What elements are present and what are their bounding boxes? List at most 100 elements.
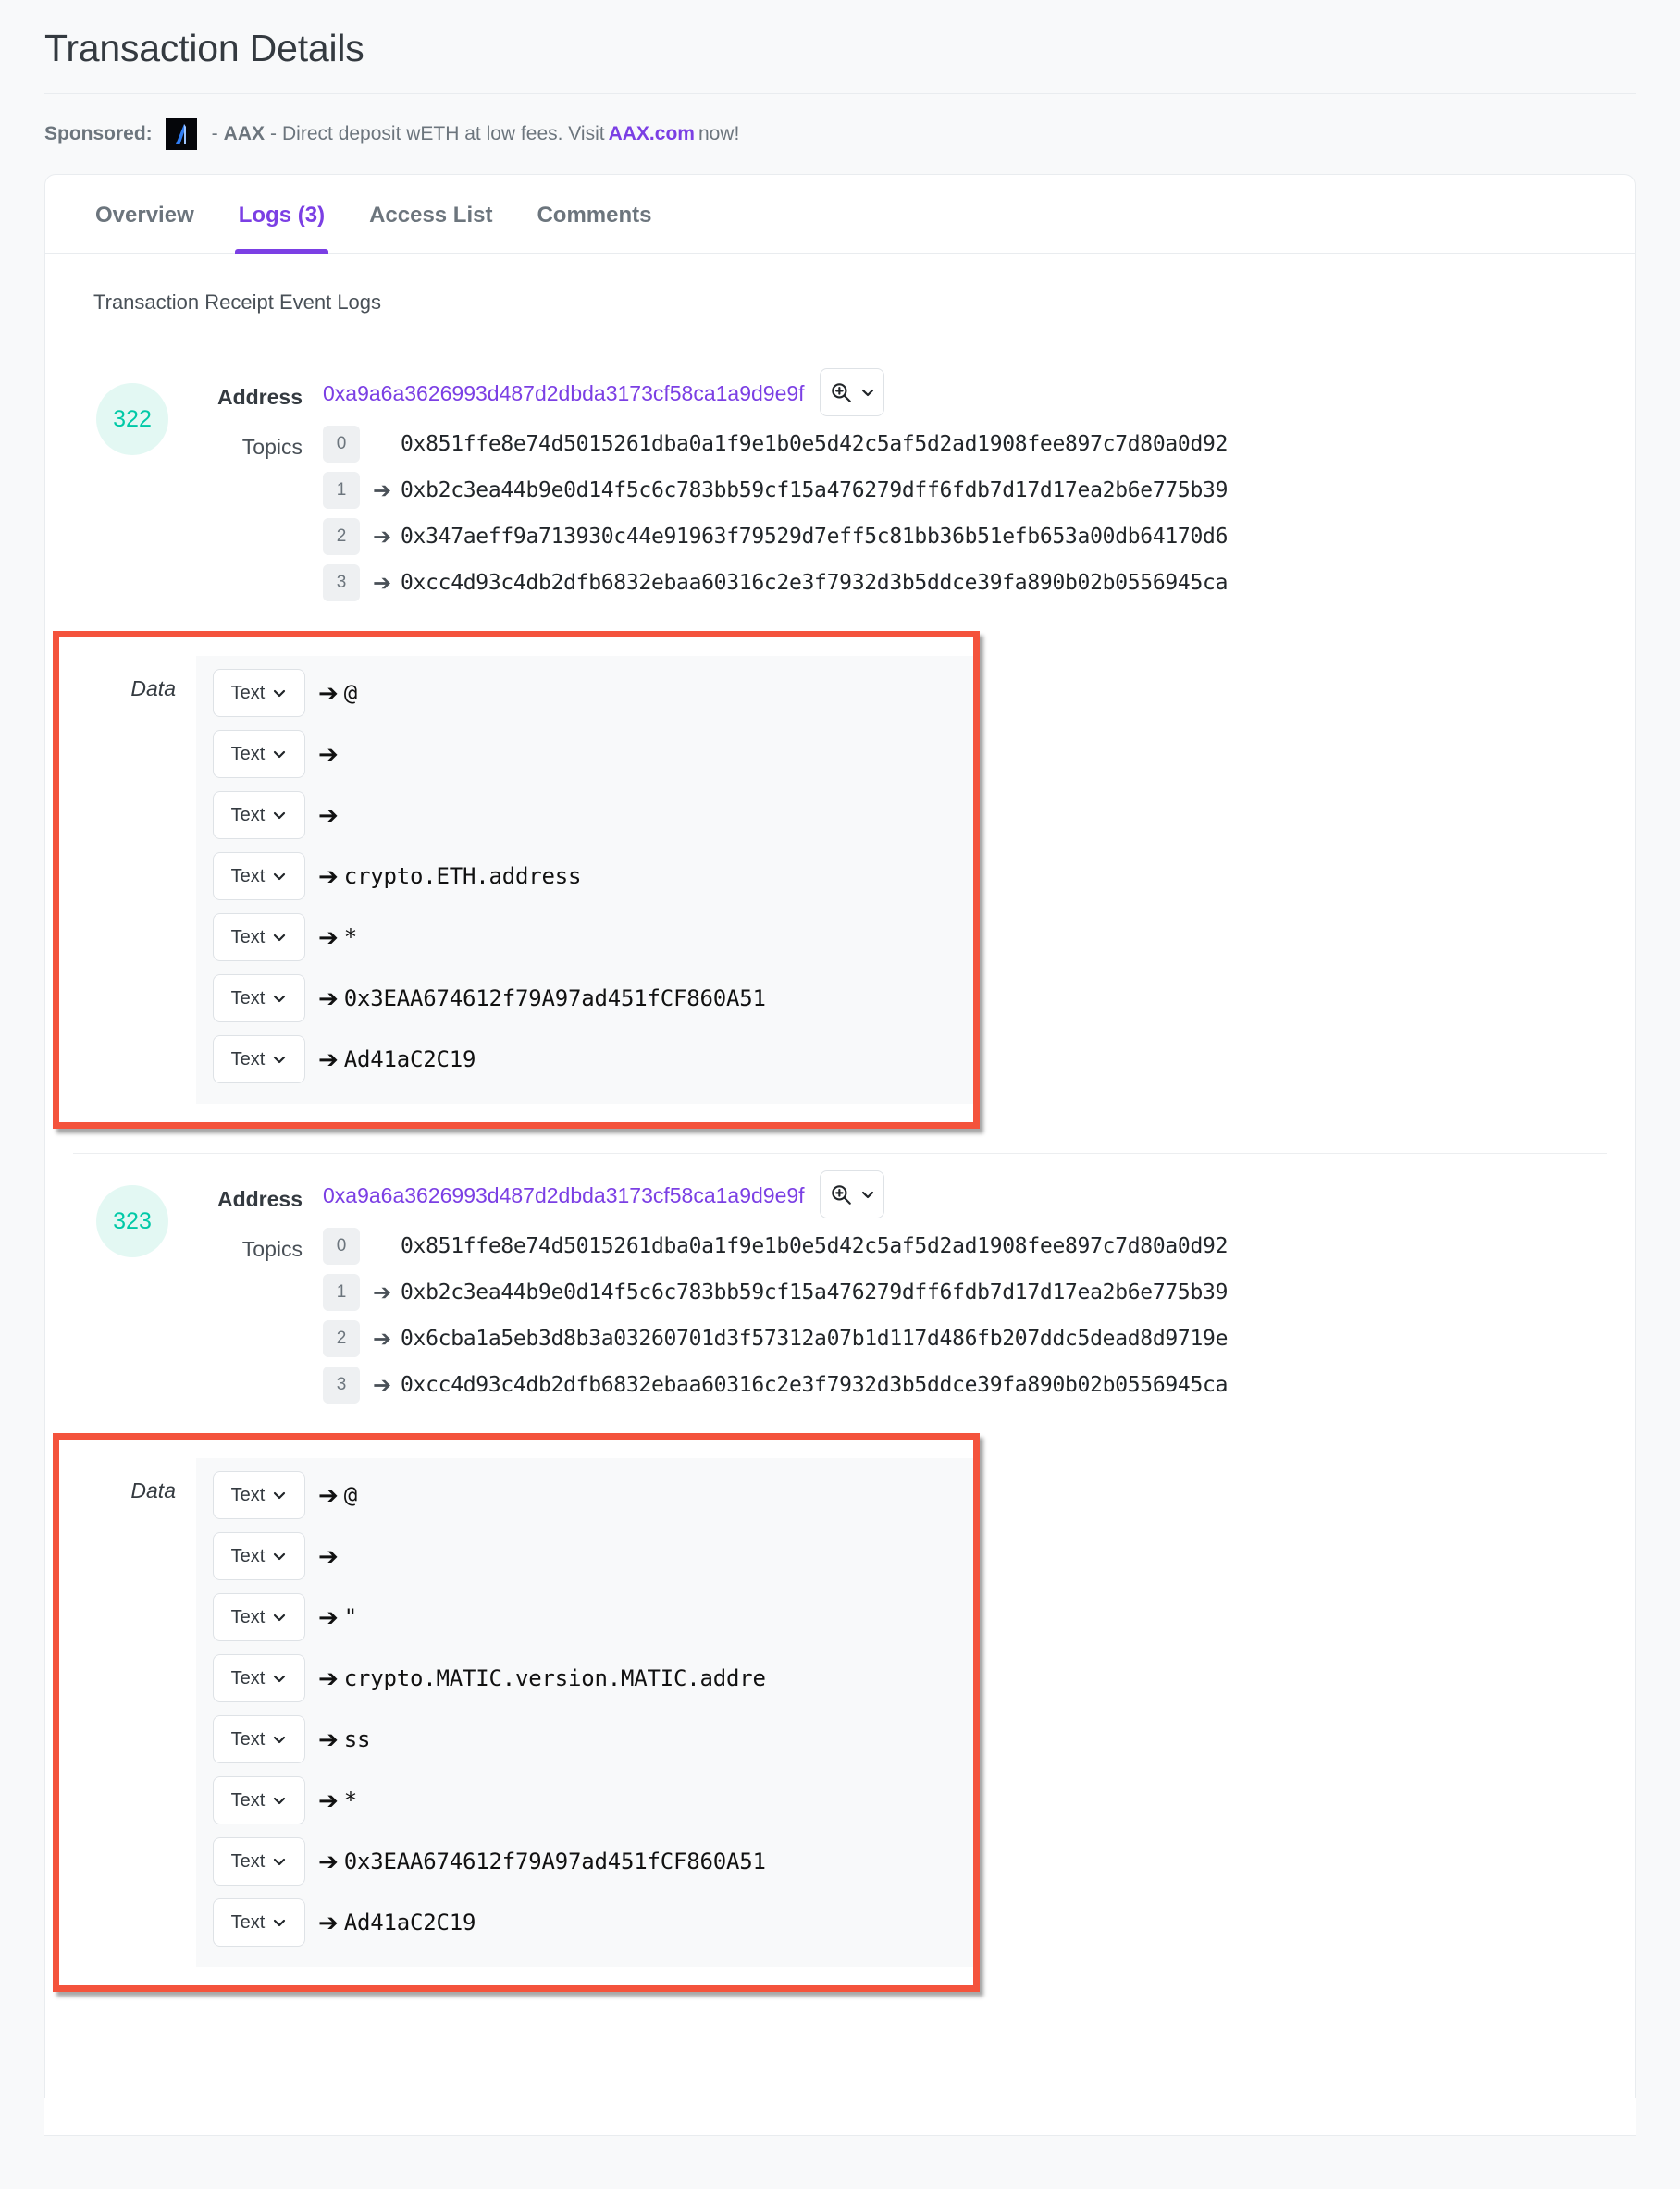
data-value: ss	[343, 1726, 371, 1753]
chevron-down-icon	[272, 747, 287, 761]
data-format-label: Text	[230, 1484, 266, 1505]
data-arrow-icon: ➔	[318, 1725, 339, 1753]
data-arrow-icon: ➔	[318, 1908, 339, 1936]
sponsored-dash-1: -	[211, 123, 218, 145]
topic-index: 1	[323, 472, 360, 510]
sponsored-text-before: Direct deposit wETH at low fees. Visit	[282, 123, 605, 145]
card-bottom-divider	[44, 2135, 1636, 2137]
data-format-select[interactable]: Text	[213, 1776, 305, 1825]
data-value: 0x3EAA674612f79A97ad451fCF860A51	[343, 985, 766, 1012]
data-value: crypto.ETH.address	[343, 863, 582, 890]
topic-arrow-icon: ➔	[373, 524, 392, 550]
topic-row: 0➔0x851ffe8e74d5015261dba0a1f9e1b0e5d42c…	[323, 426, 1228, 464]
tab-comments[interactable]: Comments	[514, 175, 673, 253]
data-arrow-icon: ➔	[318, 1847, 339, 1875]
data-format-select[interactable]: Text	[213, 1654, 305, 1703]
page-header: Transaction Details	[0, 0, 1680, 94]
chevron-down-icon	[860, 385, 875, 400]
data-format-select[interactable]: Text	[213, 730, 305, 779]
topics-row: Topics 0 ➔ 0x851ffe8e74d5015261dba0a1f9e1b0…	[191, 1228, 1588, 1413]
topic-index: 0	[323, 426, 360, 464]
data-value: *	[343, 924, 358, 951]
log-index-badge: 322	[96, 383, 168, 456]
log-index-wrap: 322	[73, 368, 191, 456]
transaction-details-page: Transaction Details Sponsored: - AAX - D…	[0, 0, 1680, 2189]
data-format-select[interactable]: Text	[213, 1898, 305, 1948]
data-format-select[interactable]: Text	[213, 1837, 305, 1886]
topic-index: 3	[323, 1367, 360, 1404]
chevron-down-icon	[272, 1732, 287, 1747]
address-magnify-button[interactable]	[819, 1170, 884, 1219]
page-title: Transaction Details	[44, 27, 364, 69]
data-row: Text ➔ *	[213, 1776, 957, 1825]
data-value: crypto.MATIC.version.MATIC.addre	[343, 1665, 766, 1692]
data-row: Text ➔ *	[213, 913, 957, 962]
tab-logs[interactable]: Logs (3)	[216, 175, 347, 254]
sponsored-banner: Sponsored: - AAX - Direct deposit wETH a…	[0, 94, 1680, 175]
data-highlight-box: Data Text ➔ @ Text ➔ Text ➔ Text ➔ crypto.ETH.addr…	[53, 631, 980, 1130]
topics-list: 0 ➔ 0x851ffe8e74d5015261dba0a1f9e1b0e5d42c…	[323, 426, 1228, 611]
data-format-select[interactable]: Text	[213, 1035, 305, 1084]
data-format-select[interactable]: Text	[213, 1471, 305, 1520]
chevron-down-icon	[860, 1187, 875, 1202]
topic-row: 2 ➔ 0x347aeff9a713930c44e91963f79529d7eff5…	[323, 518, 1228, 556]
chevron-down-icon	[272, 686, 287, 700]
data-format-select[interactable]: Text	[213, 1593, 305, 1642]
data-arrow-icon: ➔	[318, 1541, 339, 1570]
data-row: Text ➔ crypto.MATIC.version.MATIC.addre	[213, 1654, 957, 1703]
data-format-label: Text	[230, 1606, 266, 1627]
chevron-down-icon	[272, 1854, 287, 1869]
address-label: Address	[216, 384, 303, 409]
chevron-down-icon	[272, 1052, 287, 1067]
magnify-plus-icon	[829, 380, 853, 404]
data-value: 0x3EAA674612f79A97ad451fCF860A51	[343, 1849, 766, 1875]
log-index-wrap: 323	[73, 1170, 191, 1258]
data-arrow-icon: ➔	[318, 1786, 339, 1814]
topic-row: 1 ➔ 0xb2c3ea44b9e0d14f5c6c783bb59cf15a4762…	[323, 472, 1228, 510]
topics-list: 0 ➔ 0x851ffe8e74d5015261dba0a1f9e1b0e5d42c…	[323, 1228, 1228, 1413]
topic-value: 0x6cba1a5eb3d8b3a03260701d3f57312a07b1d1…	[401, 1327, 1229, 1352]
topic-index: 2	[323, 1320, 360, 1358]
data-arrow-icon: ➔	[318, 861, 339, 890]
topic-row: 3 ➔ 0xcc4d93c4db2dfb6832ebaa60316c2e3f7932…	[323, 564, 1228, 602]
data-inner: Data Text ➔ @ Text ➔ Text ➔ " Text ➔ crypto.MATIC.v…	[59, 1440, 973, 1985]
data-format-label: Text	[230, 804, 266, 825]
data-format-select[interactable]: Text	[213, 1715, 305, 1764]
log-content: Address 0xa9a6a3626993d487d2dbda3173cf58c…	[53, 1170, 1607, 1993]
data-format-select[interactable]: Text	[213, 913, 305, 962]
data-format-label: Text	[230, 743, 266, 764]
sponsored-link[interactable]: AAX.com	[609, 123, 695, 145]
tab-overview[interactable]: Overview	[73, 175, 216, 253]
topics-row: Topics 0 ➔ 0x851ffe8e74d5015261dba0a1f9e1b0…	[191, 426, 1588, 611]
data-format-select[interactable]: Text	[213, 974, 305, 1023]
address-magnify-button[interactable]	[819, 368, 884, 417]
data-row: Text ➔ "	[213, 1593, 957, 1642]
topic-value: 0xb2c3ea44b9e0d14f5c6c783bb59cf15a476279…	[401, 1280, 1229, 1305]
data-row: Text ➔ Ad41aC2C19	[213, 1898, 957, 1948]
topic-arrow-icon: ➔	[373, 1372, 392, 1398]
data-format-label: Text	[230, 1911, 266, 1933]
log-content: Address 0xa9a6a3626993d487d2dbda3173cf58c…	[53, 368, 1607, 1130]
data-arrow-icon: ➔	[318, 983, 339, 1012]
tab-access-list[interactable]: Access List	[347, 175, 514, 253]
data-value: "	[343, 1604, 358, 1631]
chevron-down-icon	[272, 1671, 287, 1686]
topic-row: 0➔0x851ffe8e74d5015261dba0a1f9e1b0e5d42c…	[323, 1228, 1228, 1266]
data-highlight-box: Data Text ➔ @ Text ➔ Text ➔ " Text ➔ crypto.MATIC.v…	[53, 1433, 980, 1993]
address-link[interactable]: 0xa9a6a3626993d487d2dbda3173cf58ca1a9d9e…	[323, 1181, 805, 1208]
data-value: Ad41aC2C19	[343, 1046, 476, 1073]
chevron-down-icon	[272, 991, 287, 1006]
data-arrow-icon: ➔	[318, 678, 339, 707]
data-format-select[interactable]: Text	[213, 669, 305, 718]
data-format-select[interactable]: Text	[213, 791, 305, 840]
data-format-select[interactable]: Text	[213, 852, 305, 901]
data-label: Data	[130, 676, 176, 701]
log-entry: 323 Address 0xa9a6a3626993d487d2dbda3173cf…	[53, 1153, 1607, 2016]
address-label: Address	[216, 1186, 303, 1211]
address-link[interactable]: 0xa9a6a3626993d487d2dbda3173cf58ca1a9d9e…	[323, 379, 805, 406]
sponsored-brand: AAX	[223, 123, 266, 145]
data-format-select[interactable]: Text	[213, 1532, 305, 1581]
magnify-plus-icon	[829, 1182, 853, 1206]
data-format-label: Text	[230, 987, 266, 1008]
data-row: Text ➔	[213, 1532, 957, 1581]
